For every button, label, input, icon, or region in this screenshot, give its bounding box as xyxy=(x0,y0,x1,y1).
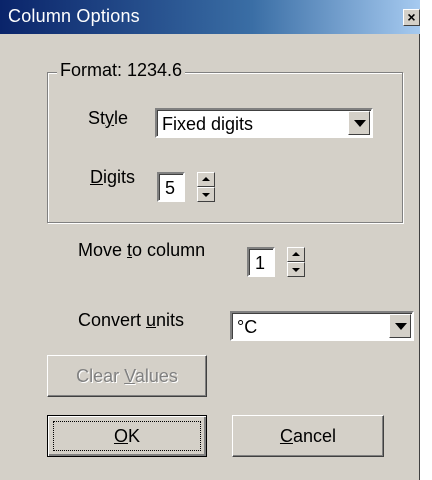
chevron-down-icon[interactable] xyxy=(389,314,411,338)
digits-input[interactable]: 5 xyxy=(157,172,185,202)
spin-down-icon[interactable] xyxy=(197,187,215,202)
spin-up-icon[interactable] xyxy=(287,247,305,262)
convert-units-combobox[interactable]: °C xyxy=(230,311,414,341)
chevron-down-icon[interactable] xyxy=(348,111,370,135)
spin-down-icon[interactable] xyxy=(287,262,305,277)
style-combobox-value: Fixed digits xyxy=(162,114,254,134)
window-title: Column Options xyxy=(8,6,140,26)
convert-units-label: Convert units xyxy=(78,310,185,330)
convert-units-value: °C xyxy=(237,317,258,337)
close-icon[interactable]: × xyxy=(403,9,420,26)
move-to-column-input[interactable]: 1 xyxy=(247,247,275,277)
move-to-column-label: Move to column xyxy=(78,240,206,260)
format-groupbox xyxy=(47,72,403,223)
title-bar[interactable]: Column Options × xyxy=(0,0,420,34)
ok-button[interactable]: OK xyxy=(47,415,207,457)
focus-rectangle xyxy=(53,421,201,451)
format-group-legend: Format: 1234.6 xyxy=(57,60,186,81)
style-label: Style xyxy=(88,108,129,128)
digits-value: 5 xyxy=(165,178,176,198)
move-to-column-value: 1 xyxy=(255,253,266,273)
digits-label: Digits xyxy=(90,167,136,187)
style-combobox[interactable]: Fixed digits xyxy=(155,108,373,138)
digits-spinner[interactable] xyxy=(197,172,215,202)
spin-up-icon[interactable] xyxy=(197,172,215,187)
cancel-button[interactable]: Cancel xyxy=(232,415,384,457)
clear-values-button[interactable]: Clear Values xyxy=(47,355,207,397)
move-to-column-spinner[interactable] xyxy=(287,247,305,277)
column-options-dialog: Column Options × Format: 1234.6 Style Fi… xyxy=(0,0,420,480)
